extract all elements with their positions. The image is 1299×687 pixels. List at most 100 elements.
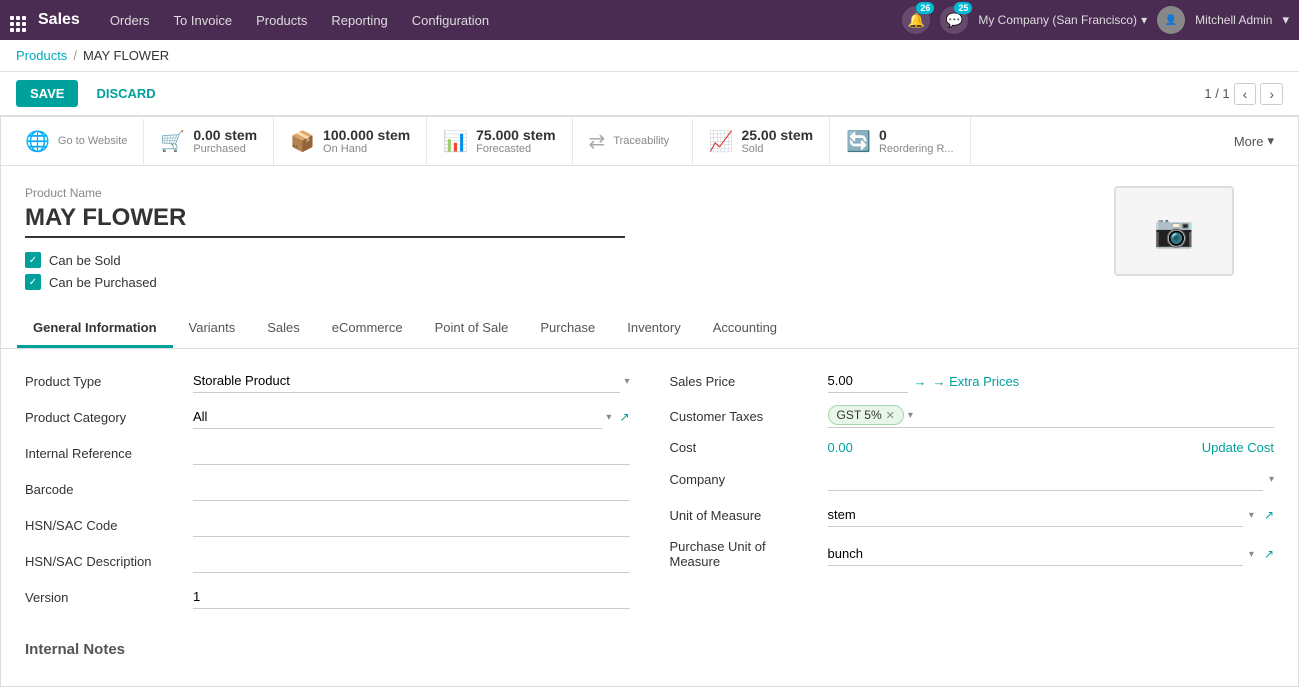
reorder-icon: 🔄 [846,129,871,154]
internal-notes-title: Internal Notes [25,641,1274,658]
notifications-badge: 26 [916,2,934,14]
user-name[interactable]: Mitchell Admin [1195,13,1272,27]
can-be-purchased-row: ✓ Can be Purchased [25,274,1274,290]
notifications-btn[interactable]: 🔔 26 [902,6,930,34]
product-image[interactable]: 📷 [1114,186,1234,276]
cart-icon: 🛒 [160,129,185,154]
left-fields: Product Type Storable Product Consumable… [25,369,630,621]
messages-btn[interactable]: 💬 25 [940,6,968,34]
website-icon: 🌐 [25,129,50,154]
stats-bar: 🌐 Go to Website 🛒 0.00 stem Purchased 📦 … [1,117,1298,166]
camera-icon: 📷 [1154,212,1194,250]
grid-menu-icon[interactable] [10,8,26,32]
company-selector[interactable]: My Company (San Francisco) ▾ [978,13,1147,27]
internal-reference-input[interactable] [193,441,630,465]
company-row: Company ▾ [670,467,1275,491]
purchase-uom-dropdown-icon: ▾ [1249,549,1254,560]
product-type-dropdown-icon: ▾ [624,376,629,387]
hsn-sac-description-row: HSN/SAC Description [25,549,630,573]
more-chevron-icon: ▾ [1267,133,1274,149]
hsn-sac-description-label: HSN/SAC Description [25,554,185,569]
tabs-bar: General Information Variants Sales eComm… [1,310,1298,349]
navbar: Sales Orders To Invoice Products Reporti… [0,0,1299,40]
purchase-uom-row: Purchase Unit of Measure bunch ▾ ↗ [670,539,1275,569]
stat-forecasted[interactable]: 📊 75.000 stem Forecasted [427,117,572,165]
more-button[interactable]: More ▾ [1218,123,1290,159]
nav-reporting[interactable]: Reporting [321,7,397,34]
tab-inventory[interactable]: Inventory [611,310,696,348]
hsn-sac-description-input[interactable] [193,549,630,573]
discard-button[interactable]: DISCARD [86,80,165,107]
product-type-label: Product Type [25,374,185,389]
update-cost-button[interactable]: Update Cost [1202,440,1274,455]
sold-icon: 📈 [709,129,734,154]
version-input[interactable] [193,585,630,609]
tab-point-of-sale[interactable]: Point of Sale [419,310,525,348]
purchase-uom-external-link-icon[interactable]: ↗ [1264,547,1274,561]
breadcrumb-parent[interactable]: Products [16,48,67,63]
company-select[interactable] [828,467,1263,491]
remove-tax-button[interactable]: ✕ [886,409,895,422]
stat-on-hand[interactable]: 📦 100.000 stem On Hand [274,117,427,165]
messages-badge: 25 [954,2,972,14]
barcode-input[interactable] [193,477,630,501]
stat-reordering[interactable]: 🔄 0 Reordering R... [830,117,971,165]
cost-value: 0.00 [828,440,853,455]
fields-container: Product Type Storable Product Consumable… [1,349,1298,641]
product-category-dropdown-icon: ▾ [606,412,611,423]
sales-price-input[interactable] [828,369,908,393]
product-category-row: Product Category All ▾ ↗ [25,405,630,429]
tab-ecommerce[interactable]: eCommerce [316,310,419,348]
tab-sales[interactable]: Sales [251,310,316,348]
nav-orders[interactable]: Orders [100,7,160,34]
can-be-purchased-checkbox[interactable]: ✓ [25,274,41,290]
uom-external-link-icon[interactable]: ↗ [1264,508,1274,522]
nav-products[interactable]: Products [246,7,317,34]
sales-price-label: Sales Price [670,374,820,389]
hsn-sac-code-row: HSN/SAC Code [25,513,630,537]
product-category-external-link-icon[interactable]: ↗ [619,410,629,424]
save-button[interactable]: SAVE [16,80,78,107]
product-name-label: Product Name [25,186,1274,200]
nav-configuration[interactable]: Configuration [402,7,499,34]
internal-reference-label: Internal Reference [25,446,185,461]
unit-of-measure-select[interactable]: stem [828,503,1243,527]
version-label: Version [25,590,185,605]
stat-purchased[interactable]: 🛒 0.00 stem Purchased [144,117,274,165]
user-avatar: 👤 [1157,6,1185,34]
sales-price-row: Sales Price → → Extra Prices [670,369,1275,393]
tab-variants[interactable]: Variants [173,310,252,348]
breadcrumb-bar: Products / MAY FLOWER [0,40,1299,72]
boxes-icon: 📦 [290,129,315,154]
can-be-sold-row: ✓ Can be Sold [25,252,1274,268]
nav-to-invoice[interactable]: To Invoice [164,7,243,34]
company-dropdown-icon: ▾ [1269,474,1274,485]
app-brand: Sales [38,11,80,29]
tab-general-information[interactable]: General Information [17,310,173,348]
product-type-row: Product Type Storable Product Consumable… [25,369,630,393]
cost-row: Cost 0.00 Update Cost [670,440,1275,455]
forecast-icon: 📊 [443,129,468,154]
product-category-select[interactable]: All [193,405,602,429]
traceability-icon: ⇄ [589,129,606,154]
product-type-select[interactable]: Storable Product Consumable Service [193,369,620,393]
purchase-uom-select[interactable]: bunch [828,542,1243,566]
gst-tax-badge: GST 5% ✕ [828,405,904,425]
can-be-sold-checkbox[interactable]: ✓ [25,252,41,268]
tab-accounting[interactable]: Accounting [697,310,793,348]
version-row: Version [25,585,630,609]
uom-dropdown-icon: ▾ [1249,510,1254,521]
next-page-button[interactable]: › [1260,83,1283,105]
stat-sold[interactable]: 📈 25.00 stem Sold [693,117,831,165]
navbar-right: 🔔 26 💬 25 My Company (San Francisco) ▾ 👤… [902,6,1289,34]
extra-prices-link[interactable]: → → Extra Prices [914,374,1020,389]
stat-go-to-website[interactable]: 🌐 Go to Website [9,119,144,164]
unit-of-measure-label: Unit of Measure [670,508,820,523]
stat-traceability[interactable]: ⇄ Traceability [573,119,693,164]
company-label: Company [670,472,820,487]
barcode-label: Barcode [25,482,185,497]
prev-page-button[interactable]: ‹ [1234,83,1257,105]
product-name-input[interactable] [25,204,625,238]
hsn-sac-code-input[interactable] [193,513,630,537]
tab-purchase[interactable]: Purchase [524,310,611,348]
